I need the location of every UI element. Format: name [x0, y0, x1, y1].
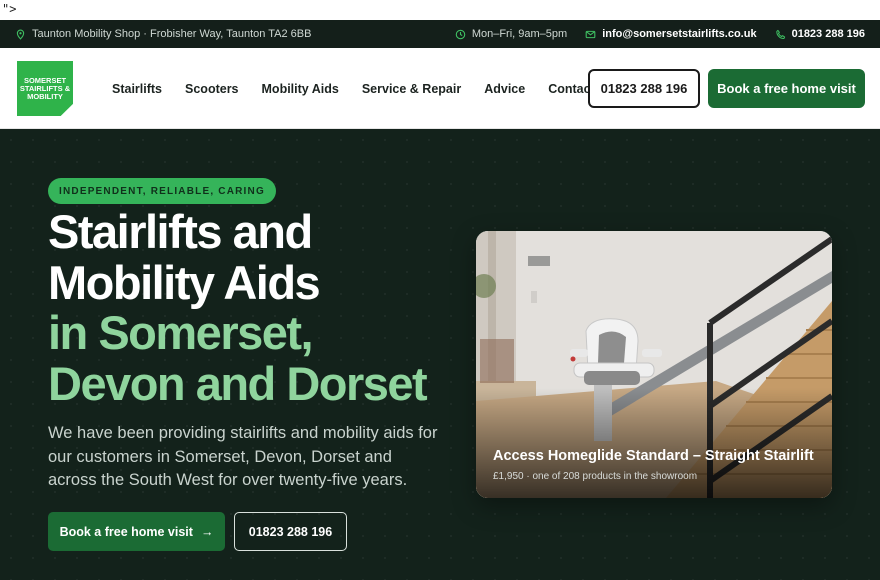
clock-icon — [455, 29, 466, 40]
map-pin-icon — [15, 29, 26, 40]
headline-line-4: Devon and Dorset — [48, 356, 428, 410]
hero-book-visit-label: Book a free home visit — [59, 524, 193, 539]
nav-advice[interactable]: Advice — [484, 82, 525, 96]
hero-headline: Stairlifts and Mobility Aids in Somerset… — [48, 205, 468, 410]
hero-book-visit-button[interactable]: Book a free home visit → — [48, 512, 225, 551]
nav-scooters[interactable]: Scooters — [185, 82, 239, 96]
headline-line-1: Stairlifts and — [48, 205, 313, 258]
email-link[interactable]: info@somersetstairlifts.co.uk — [585, 28, 757, 40]
headline-line-3: in Somerset, — [48, 306, 314, 359]
shop-address: Taunton Mobility Shop · Frobisher Way, T… — [15, 20, 311, 48]
address-text: Taunton Mobility Shop · Frobisher Way, T… — [32, 28, 312, 40]
header-phone-button[interactable]: 01823 288 196 — [588, 69, 700, 108]
hero-badge: INDEPENDENT, RELIABLE, CARING — [48, 178, 276, 204]
nav-service-repair[interactable]: Service & Repair — [362, 82, 461, 96]
stray-markup-text: "> — [2, 2, 17, 16]
site-header: SOMERSET STAIRLIFTS & MOBILITY Stairlift… — [0, 48, 880, 129]
product-meta: £1,950 · one of 208 products in the show… — [493, 471, 698, 482]
header-book-visit-button[interactable]: Book a free home visit — [708, 69, 865, 108]
hero-phone-button[interactable]: 01823 288 196 — [234, 512, 347, 551]
hours-text: Mon–Fri, 9am–5pm — [471, 28, 568, 40]
featured-product-card[interactable]: Access Homeglide Standard – Straight Sta… — [476, 231, 832, 498]
mail-icon — [585, 29, 596, 40]
main-nav: Stairlifts Scooters Mobility Aids Servic… — [112, 48, 595, 129]
email-text: info@somersetstairlifts.co.uk — [602, 28, 757, 40]
arrow-right-icon: → — [200, 524, 214, 539]
logo-text: SOMERSET STAIRLIFTS & MOBILITY — [19, 75, 71, 101]
hero-description: We have been providing stairlifts and mo… — [48, 424, 438, 489]
nav-stairlifts[interactable]: Stairlifts — [112, 82, 162, 96]
opening-hours: Mon–Fri, 9am–5pm — [455, 28, 567, 40]
headline-line-2: Mobility Aids — [48, 255, 321, 309]
hero-section: INDEPENDENT, RELIABLE, CARING Stairlifts… — [0, 129, 880, 580]
phone-icon — [775, 29, 786, 40]
site-logo[interactable]: SOMERSET STAIRLIFTS & MOBILITY — [17, 61, 73, 116]
phone-text: 01823 288 196 — [791, 28, 865, 40]
top-utility-bar: Taunton Mobility Shop · Frobisher Way, T… — [0, 20, 880, 48]
product-title: Access Homeglide Standard – Straight Sta… — [493, 448, 814, 464]
phone-link-top[interactable]: 01823 288 196 — [775, 28, 865, 40]
nav-mobility-aids[interactable]: Mobility Aids — [262, 82, 339, 96]
